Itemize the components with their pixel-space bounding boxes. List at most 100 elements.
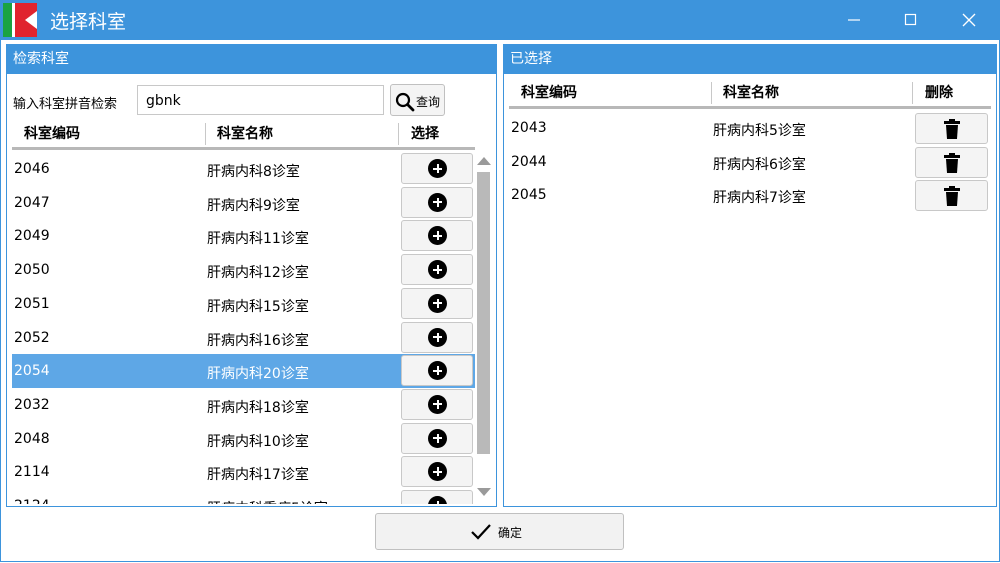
search-department-panel: 检索科室 输入科室拼音检索 gbnk 查询 科室编码 科室名称 选择 2046 肝… [6, 44, 497, 507]
row-code: 2032 [14, 396, 50, 413]
maximize-icon [904, 13, 917, 26]
search-label: 输入科室拼音检索 [13, 97, 118, 112]
table-row[interactable]: 2047 肝病内科9诊室 [12, 186, 475, 220]
row-code: 2124 [14, 498, 50, 504]
title-bar: 选择科室 [0, 0, 1000, 40]
column-header-name[interactable]: 科室名称 [723, 80, 779, 106]
vertical-scrollbar[interactable] [476, 152, 491, 504]
table-row[interactable]: 2050 肝病内科12诊室 [12, 253, 475, 287]
trash-icon [944, 152, 960, 173]
row-code: 2043 [511, 120, 547, 136]
delete-department-button[interactable] [915, 146, 988, 178]
minimize-icon [848, 19, 860, 21]
plus-circle-icon [428, 293, 447, 313]
delete-department-button[interactable] [915, 180, 988, 211]
row-code: 2114 [14, 464, 50, 481]
search-input[interactable]: gbnk [137, 85, 384, 115]
delete-department-button[interactable] [915, 113, 988, 144]
row-name: 肝病内科5诊室 [713, 123, 806, 139]
row-name: 肝病内科11诊室 [207, 231, 309, 248]
table-row[interactable]: 2046 肝病内科8诊室 [12, 152, 475, 186]
query-button[interactable]: 查询 [390, 84, 445, 116]
checkmark-icon [471, 524, 491, 540]
table-row[interactable]: 2052 肝病内科16诊室 [12, 321, 475, 355]
row-name: 肝病内科15诊室 [207, 298, 309, 315]
table-row[interactable]: 2048 肝病内科10诊室 [12, 422, 475, 456]
row-name: 肝病内科16诊室 [207, 332, 309, 349]
plus-circle-icon [428, 226, 447, 246]
row-name: 肝病内科18诊室 [207, 399, 309, 416]
maximize-button[interactable] [888, 0, 934, 40]
column-header-name[interactable]: 科室名称 [217, 121, 273, 147]
search-results-list: 2046 肝病内科8诊室 2047 肝病内科9诊室 2049 肝病内科11诊室 2050 肝病… [12, 152, 475, 504]
scroll-down-icon[interactable] [477, 488, 491, 496]
scroll-thumb[interactable] [477, 172, 490, 454]
selected-table-header: 科室编码 科室名称 删除 [509, 80, 991, 109]
add-department-button[interactable] [401, 355, 473, 387]
window-title: 选择科室 [50, 11, 127, 33]
confirm-button[interactable]: 确定 [375, 513, 624, 550]
plus-circle-icon [428, 159, 447, 178]
scroll-up-icon[interactable] [477, 157, 491, 165]
row-code: 2045 [511, 187, 547, 203]
table-row[interactable]: 2045 肝病内科7诊室 [509, 179, 991, 213]
column-header-delete[interactable]: 删除 [925, 80, 953, 106]
close-button[interactable] [946, 0, 992, 40]
row-name: 肝病内科重症5诊室 [207, 498, 328, 504]
add-department-button[interactable] [401, 153, 473, 184]
table-row[interactable]: 2049 肝病内科11诊室 [12, 219, 475, 253]
row-code: 2051 [14, 295, 50, 312]
add-department-button[interactable] [401, 287, 473, 319]
selected-panel-header: 已选择 [504, 45, 996, 74]
add-department-button[interactable] [401, 321, 473, 353]
row-code: 2044 [511, 153, 547, 170]
row-name: 肝病内科8诊室 [207, 164, 300, 180]
add-department-button[interactable] [401, 220, 473, 252]
add-department-button[interactable] [401, 456, 473, 488]
plus-circle-icon [428, 428, 447, 448]
row-code: 2047 [14, 194, 50, 211]
plus-circle-icon [428, 361, 447, 381]
row-name: 肝病内科9诊室 [207, 197, 300, 214]
row-code: 2054 [14, 363, 50, 380]
row-name: 肝病内科6诊室 [713, 156, 806, 173]
plus-circle-icon [428, 496, 447, 504]
trash-icon [944, 186, 960, 206]
table-row[interactable]: 2051 肝病内科15诊室 [12, 287, 475, 321]
row-code: 2050 [14, 262, 50, 279]
row-name: 肝病内科17诊室 [207, 467, 309, 484]
selected-department-panel: 已选择 科室编码 科室名称 删除 2043 肝病内科5诊室 2044 肝病内科6诊室 2… [503, 44, 997, 507]
row-code: 2046 [14, 161, 50, 177]
row-name: 肝病内科12诊室 [207, 265, 309, 282]
column-header-select[interactable]: 选择 [411, 121, 439, 147]
row-code: 2048 [14, 430, 50, 447]
add-department-button[interactable] [401, 254, 473, 286]
table-row[interactable]: 2114 肝病内科17诊室 [12, 455, 475, 489]
query-button-label: 查询 [416, 95, 441, 109]
row-code: 2052 [14, 329, 50, 346]
confirm-button-label: 确定 [498, 526, 523, 540]
plus-circle-icon [428, 260, 447, 280]
plus-circle-icon [428, 462, 447, 482]
add-department-button[interactable] [401, 490, 473, 504]
table-row[interactable]: 2043 肝病内科5诊室 [509, 112, 991, 146]
add-department-button[interactable] [401, 388, 473, 420]
table-row[interactable]: 2124 肝病内科重症5诊室 [12, 489, 475, 504]
plus-circle-icon [428, 327, 447, 347]
row-name: 肝病内科20诊室 [207, 366, 309, 383]
table-row[interactable]: 2054 肝病内科20诊室 [12, 354, 475, 389]
minimize-button[interactable] [831, 0, 877, 40]
column-header-code[interactable]: 科室编码 [521, 80, 577, 106]
column-header-code[interactable]: 科室编码 [24, 121, 80, 147]
add-department-button[interactable] [401, 186, 473, 218]
search-icon [395, 92, 415, 112]
plus-circle-icon [428, 394, 447, 414]
table-row[interactable]: 2032 肝病内科18诊室 [12, 388, 475, 422]
close-icon [962, 13, 976, 27]
plus-circle-icon [428, 192, 447, 212]
row-name: 肝病内科10诊室 [207, 433, 309, 450]
row-name: 肝病内科7诊室 [713, 190, 806, 206]
add-department-button[interactable] [401, 422, 473, 454]
search-panel-header: 检索科室 [7, 45, 496, 74]
table-row[interactable]: 2044 肝病内科6诊室 [509, 146, 991, 180]
